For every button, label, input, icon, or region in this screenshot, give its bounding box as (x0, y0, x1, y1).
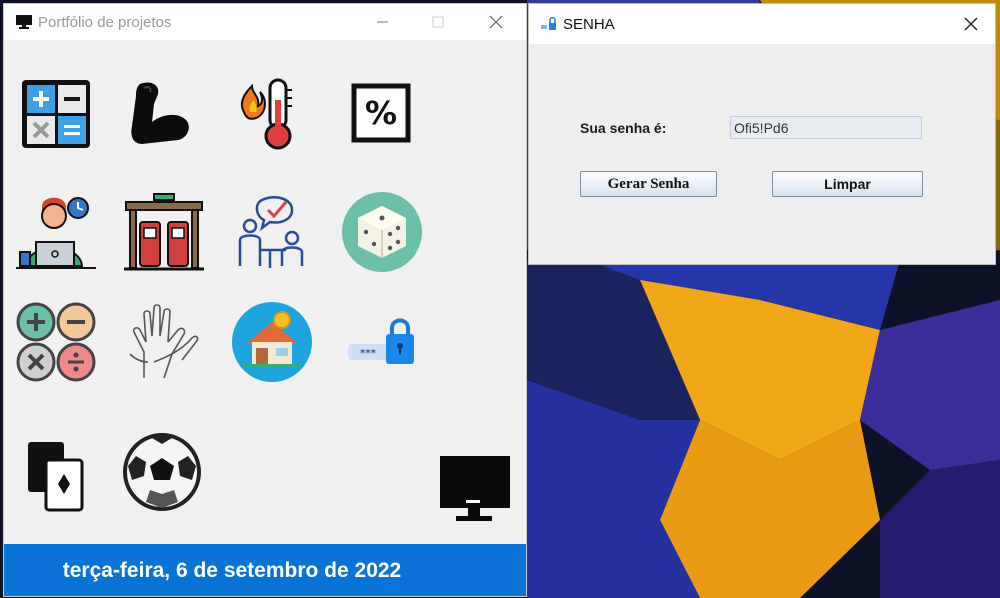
close-button[interactable] (474, 4, 520, 40)
math-operations-icon[interactable] (16, 302, 96, 382)
worker-laptop-icon[interactable] (16, 192, 96, 272)
house-savings-icon[interactable] (232, 302, 312, 382)
svg-text:%: % (365, 94, 397, 132)
senha-window: SENHA Sua senha é: Gerar Senha Limpar (528, 3, 996, 265)
soccer-ball-icon[interactable] (122, 432, 202, 512)
portfolio-window: Portfólio de projetos % *** terça-feira,… (3, 3, 527, 597)
senha-title: SENHA (563, 16, 615, 33)
gas-station-icon[interactable] (124, 192, 204, 272)
playing-cards-icon[interactable] (18, 434, 98, 514)
minimize-button[interactable] (360, 4, 406, 40)
date-label: terça-feira, 6 de setembro de 2022 (62, 559, 402, 582)
dice-icon[interactable] (342, 192, 422, 272)
muscle-icon[interactable] (122, 74, 202, 154)
lock-icon (541, 17, 556, 30)
senha-close-button[interactable] (949, 4, 995, 44)
portfolio-title: Portfólio de projetos (38, 14, 172, 31)
thermometer-icon[interactable] (230, 74, 310, 154)
password-field[interactable] (730, 116, 922, 139)
portfolio-titlebar[interactable]: Portfólio de projetos (4, 4, 526, 40)
percent-icon[interactable]: % (342, 74, 422, 154)
maximize-icon (432, 16, 444, 28)
maximize-button[interactable] (416, 4, 462, 40)
password-lock-icon[interactable]: *** (342, 302, 422, 382)
clear-button[interactable]: Limpar (772, 171, 923, 197)
password-label: Sua senha é: (580, 120, 667, 136)
calculator-icon[interactable] (16, 74, 96, 154)
survey-icon[interactable] (230, 192, 310, 272)
close-icon (489, 15, 503, 29)
minimize-icon (377, 21, 388, 23)
hands-icon[interactable] (124, 302, 204, 382)
close-icon (964, 17, 978, 31)
svg-text:***: *** (360, 348, 376, 359)
date-bar: terça-feira, 6 de setembro de 2022 (4, 544, 526, 596)
generate-password-button[interactable]: Gerar Senha (580, 171, 717, 197)
senha-titlebar[interactable]: SENHA (529, 4, 995, 44)
app-monitor-icon (16, 15, 32, 29)
monitor-icon[interactable] (434, 450, 514, 530)
